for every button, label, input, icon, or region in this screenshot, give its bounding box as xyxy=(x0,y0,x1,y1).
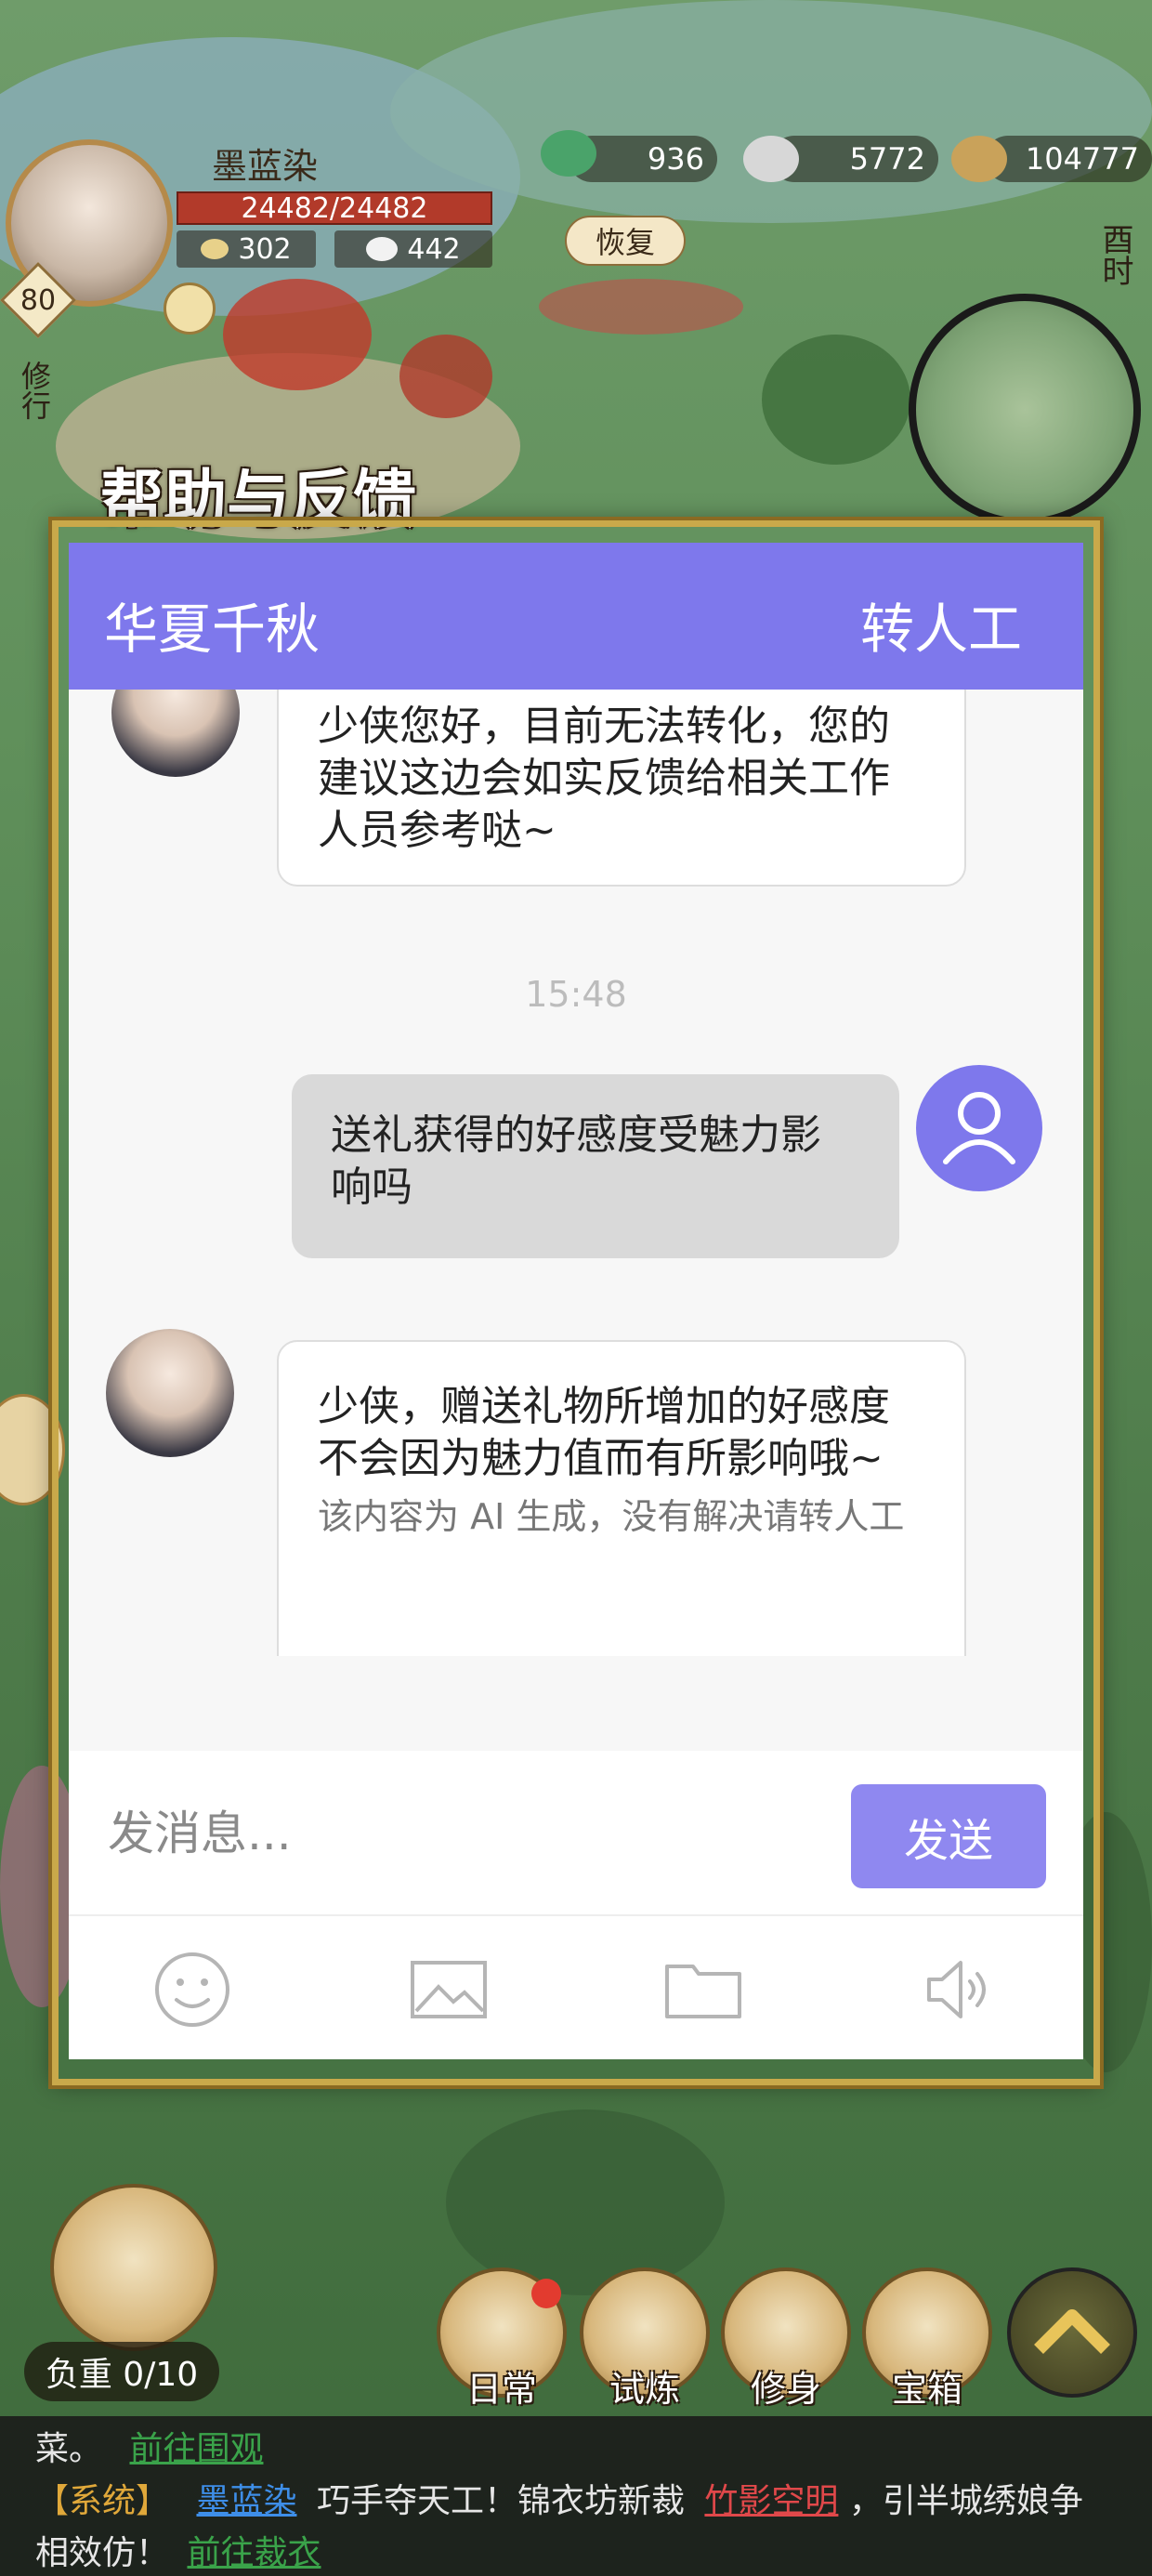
player-name: 墨蓝染 xyxy=(211,145,318,187)
coin-resource[interactable]: 104777 xyxy=(985,136,1152,182)
silver-ingot-icon xyxy=(743,136,799,182)
minimap[interactable] xyxy=(909,294,1141,526)
collapse-menu-button[interactable] xyxy=(1007,2267,1137,2398)
restore-button[interactable]: 恢复 xyxy=(565,216,686,266)
daily-label: 日常 xyxy=(465,2369,537,2410)
cultivation-label: 修身 xyxy=(750,2369,821,2410)
chat-line: 相效仿！ 前往裁衣 xyxy=(35,2526,321,2574)
message-text: 少侠您好，目前无法转化，您的建议这边会如实反馈给相关工作人员参考哒~ xyxy=(318,703,890,854)
hp-bar: 24482/24482 xyxy=(177,191,492,225)
bot-avatar xyxy=(111,690,240,777)
composer: 发送 xyxy=(69,1751,1083,1914)
bowl-icon xyxy=(201,239,229,259)
message-timestamp: 15:48 xyxy=(525,974,627,1015)
goto-tailor-link[interactable]: 前往裁衣 xyxy=(187,2534,321,2572)
level-value: 80 xyxy=(20,283,57,317)
chat-text: ，引半城绣娘争 xyxy=(848,2482,1083,2520)
bot-avatar xyxy=(106,1329,234,1457)
time-of-day: 酉时 xyxy=(1096,223,1133,286)
trial-label: 试炼 xyxy=(609,2369,680,2410)
chat-line: 【系统】 墨蓝染 巧手夺天工！锦衣坊新裁 竹影空明 ，引半城绣娘争 xyxy=(35,2474,1083,2522)
coin-value: 104777 xyxy=(1025,141,1139,177)
brand-name: 华夏千秋 xyxy=(104,598,321,661)
message-input[interactable] xyxy=(106,1797,871,1870)
chat-text: 相效仿！ xyxy=(35,2534,170,2572)
world-chat-bar[interactable]: 菜。 前往围观 【系统】 墨蓝染 巧手夺天工！锦衣坊新裁 竹影空明 ，引半城绣娘… xyxy=(0,2416,1152,2576)
item-link[interactable]: 竹影空明 xyxy=(704,2482,838,2520)
stat-a: 302 xyxy=(177,230,316,268)
jade-icon xyxy=(541,130,596,177)
coin-icon xyxy=(951,136,1007,182)
cultivate-label[interactable]: 修行 xyxy=(13,361,56,420)
bot-message: 少侠您好，目前无法转化，您的建议这边会如实反馈给相关工作人员参考哒~ xyxy=(277,690,966,887)
send-button[interactable]: 发送 xyxy=(851,1784,1046,1888)
bot-message: 少侠，赠送礼物所增加的好感度不会因为魅力值而有所影响哦~ 该内容为 AI 生成，… xyxy=(277,1340,966,1656)
transfer-human-button[interactable]: 转人工 xyxy=(860,585,1022,664)
treasure-label: 宝箱 xyxy=(891,2369,962,2410)
ai-generated-note: 该内容为 AI 生成，没有解决请转人工 xyxy=(318,1496,905,1537)
chevron-up-icon xyxy=(1034,2309,1110,2354)
user-icon xyxy=(943,1092,1015,1164)
dialog-header: 华夏千秋 转人工 xyxy=(69,543,1083,690)
bun-icon xyxy=(366,237,399,261)
message-text: 少侠，赠送礼物所增加的好感度不会因为魅力值而有所影响哦~ xyxy=(318,1383,890,1482)
chat-text: 菜。 xyxy=(35,2430,103,2468)
sun-icon[interactable] xyxy=(164,283,216,335)
speaker-icon[interactable] xyxy=(920,1950,1000,2030)
stat-b-value: 442 xyxy=(407,232,461,266)
backpack-button[interactable] xyxy=(50,2184,217,2351)
chat-line: 菜。 前往围观 xyxy=(35,2422,263,2470)
player-name-link[interactable]: 墨蓝染 xyxy=(196,2482,296,2520)
image-icon[interactable] xyxy=(409,1950,489,2030)
system-tag: 【系统】 xyxy=(35,2482,170,2520)
restore-label: 恢复 xyxy=(595,225,655,260)
chat-text: 巧手夺天工！锦衣坊新裁 xyxy=(316,2482,685,2520)
help-feedback-dialog: 华夏千秋 转人工 少侠您好，目前无法转化，您的建议这边会如实反馈给相关工作人员参… xyxy=(69,543,1083,2059)
user-message: 送礼获得的好感度受魅力影响吗 xyxy=(292,1074,899,1258)
notification-dot xyxy=(531,2279,561,2308)
jade-value: 936 xyxy=(647,141,704,177)
emoji-icon[interactable] xyxy=(152,1950,232,2030)
message-text: 送礼获得的好感度受魅力影响吗 xyxy=(331,1111,821,1211)
stat-b: 442 xyxy=(334,230,492,268)
user-avatar xyxy=(916,1065,1042,1191)
goto-watch-link[interactable]: 前往围观 xyxy=(129,2430,263,2468)
load-capacity: 负重 0/10 xyxy=(24,2342,219,2401)
composer-toolbar xyxy=(69,1914,1083,2059)
silver-value: 5772 xyxy=(849,141,925,177)
stat-a-value: 302 xyxy=(238,232,292,266)
folder-icon[interactable] xyxy=(663,1950,743,2030)
message-list[interactable]: 少侠您好，目前无法转化，您的建议这边会如实反馈给相关工作人员参考哒~ 15:48… xyxy=(69,690,1083,1656)
